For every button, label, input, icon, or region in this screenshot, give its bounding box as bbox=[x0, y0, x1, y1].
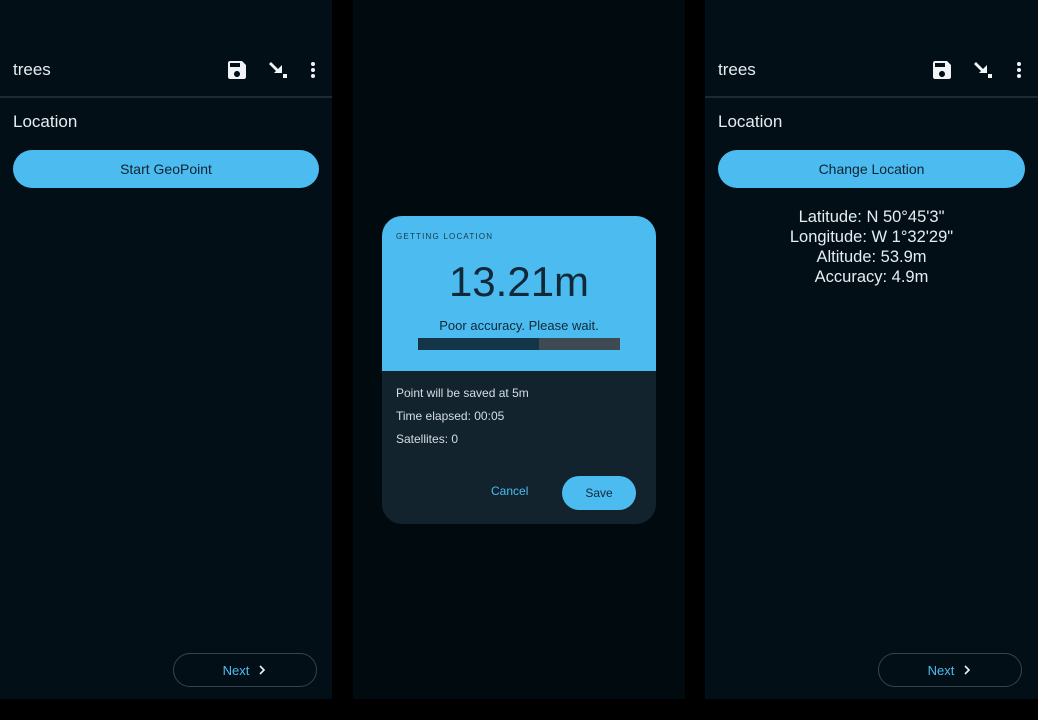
altitude-text: Altitude: 53.9m bbox=[816, 248, 927, 266]
chevron-right-icon bbox=[257, 665, 267, 675]
app-title: trees bbox=[718, 60, 756, 79]
accuracy-value: 13.21m bbox=[448, 258, 590, 305]
dialog-header: GETTING LOCATION 13.21m Poor accuracy. P… bbox=[382, 216, 656, 371]
app-bar-divider bbox=[705, 96, 1038, 98]
save-threshold-text: Point will be saved at 5m bbox=[396, 386, 529, 400]
form-screen-before: trees Location Start GeoPoint Next bbox=[0, 0, 332, 699]
latitude-text: Latitude: N 50°45'3" bbox=[798, 208, 945, 226]
question-label: Location bbox=[13, 112, 78, 131]
accuracy-status: Poor accuracy. Please wait. bbox=[439, 318, 599, 333]
accuracy-progress-fill bbox=[418, 338, 540, 350]
start-geopoint-button[interactable]: Start GeoPoint bbox=[13, 150, 319, 188]
app-title: trees bbox=[13, 60, 51, 79]
more-vert-icon[interactable] bbox=[301, 58, 325, 82]
save-icon[interactable] bbox=[225, 58, 249, 82]
dialog-caption: GETTING LOCATION bbox=[396, 232, 494, 241]
more-vert-icon[interactable] bbox=[1007, 58, 1031, 82]
save-icon[interactable] bbox=[930, 58, 954, 82]
accuracy-text: Accuracy: 4.9m bbox=[814, 268, 929, 286]
longitude-text: Longitude: W 1°32'29" bbox=[789, 228, 954, 246]
next-button[interactable]: Next bbox=[173, 653, 317, 687]
cancel-button[interactable]: Cancel bbox=[491, 484, 528, 498]
app-bar: trees bbox=[0, 44, 332, 96]
question-label: Location bbox=[718, 112, 783, 131]
accuracy-progress-bar bbox=[418, 338, 620, 350]
form-screen-after: trees Location Change Location Latitude:… bbox=[705, 0, 1038, 699]
app-bar-divider bbox=[0, 96, 332, 98]
geopoint-dialog: GETTING LOCATION 13.21m Poor accuracy. P… bbox=[382, 216, 656, 524]
chevron-right-icon bbox=[962, 665, 972, 675]
save-button[interactable]: Save bbox=[562, 476, 636, 510]
change-location-button[interactable]: Change Location bbox=[718, 150, 1025, 188]
time-elapsed-text: Time elapsed: 00:05 bbox=[396, 409, 505, 423]
go-to-end-icon[interactable] bbox=[971, 58, 995, 82]
location-readout: Latitude: N 50°45'3" Longitude: W 1°32'2… bbox=[705, 207, 1038, 287]
next-button[interactable]: Next bbox=[878, 653, 1022, 687]
go-to-end-icon[interactable] bbox=[266, 58, 290, 82]
next-button-label: Next bbox=[927, 662, 955, 678]
geopoint-dialog-screen: GETTING LOCATION 13.21m Poor accuracy. P… bbox=[353, 0, 685, 699]
next-button-label: Next bbox=[222, 662, 250, 678]
app-bar: trees bbox=[705, 44, 1038, 96]
satellites-text: Satellites: 0 bbox=[396, 432, 459, 446]
